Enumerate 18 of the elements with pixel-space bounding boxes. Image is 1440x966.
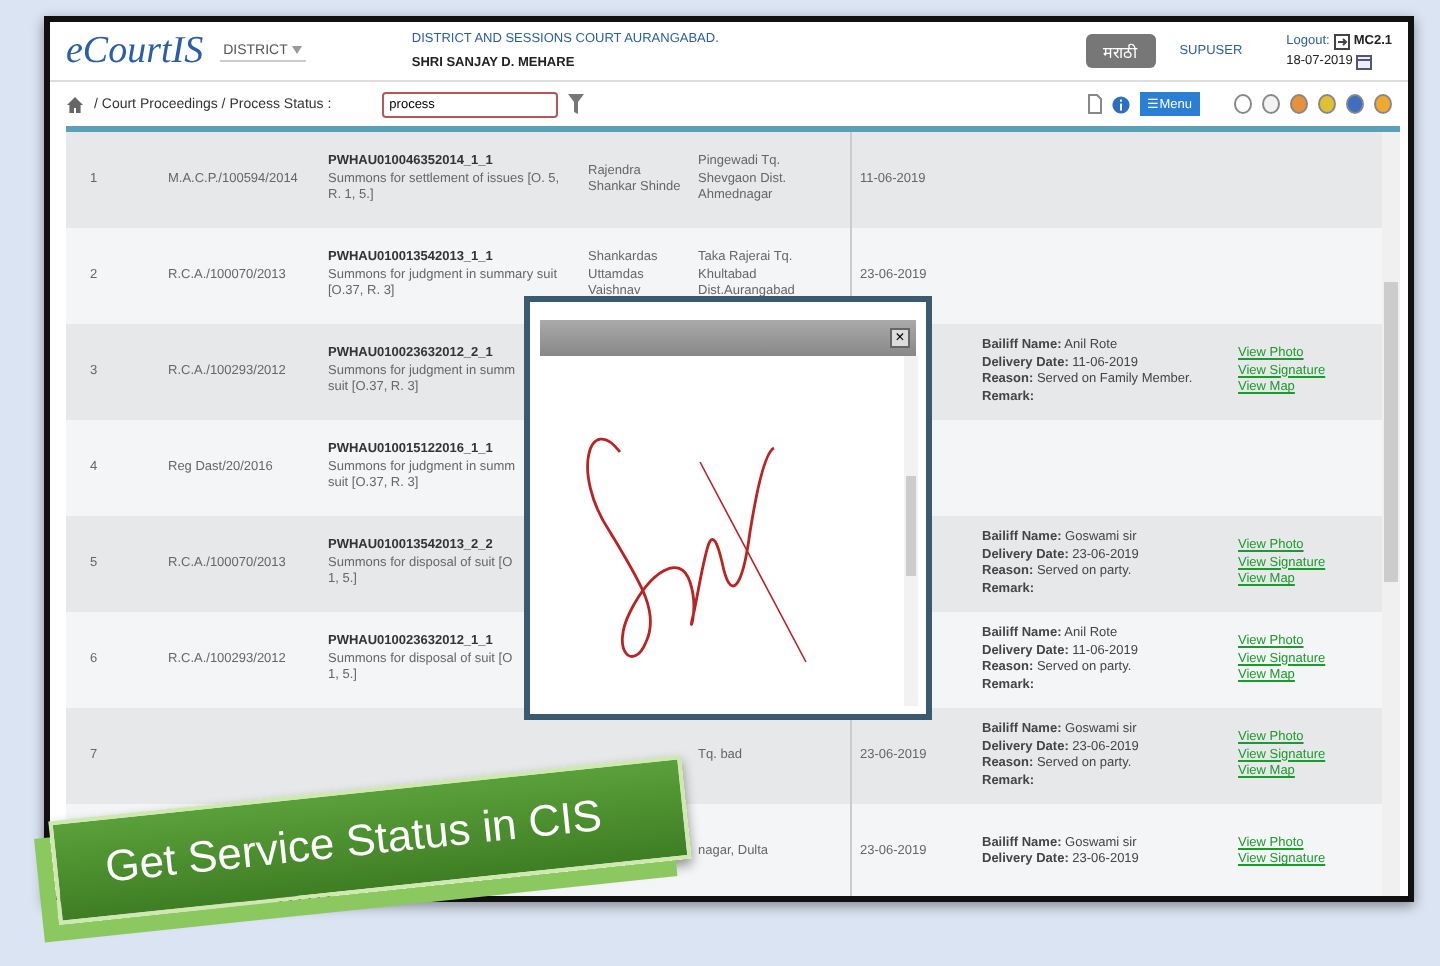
theme-color-dot[interactable]: [1318, 94, 1336, 114]
logout-icon[interactable]: [1333, 33, 1350, 49]
close-button[interactable]: ×: [890, 328, 910, 348]
document-icon[interactable]: [1087, 94, 1102, 114]
filter-icon[interactable]: [567, 94, 584, 114]
dialog-scrollbar[interactable]: [904, 356, 918, 706]
theme-color-dot[interactable]: [1346, 94, 1364, 114]
info-icon[interactable]: [1111, 95, 1130, 113]
theme-color-dot[interactable]: [1234, 94, 1252, 114]
calendar-icon[interactable]: [1356, 53, 1373, 69]
scrollbar[interactable]: [1382, 132, 1400, 896]
caret-icon: [291, 46, 302, 54]
theme-color-dot[interactable]: [1262, 94, 1280, 114]
logo: eCourtIS: [66, 29, 204, 73]
home-icon[interactable]: [66, 95, 84, 113]
theme-color-dot[interactable]: [1290, 94, 1308, 114]
theme-color-dot[interactable]: [1374, 94, 1392, 114]
language-button[interactable]: मराठी: [1085, 34, 1156, 68]
